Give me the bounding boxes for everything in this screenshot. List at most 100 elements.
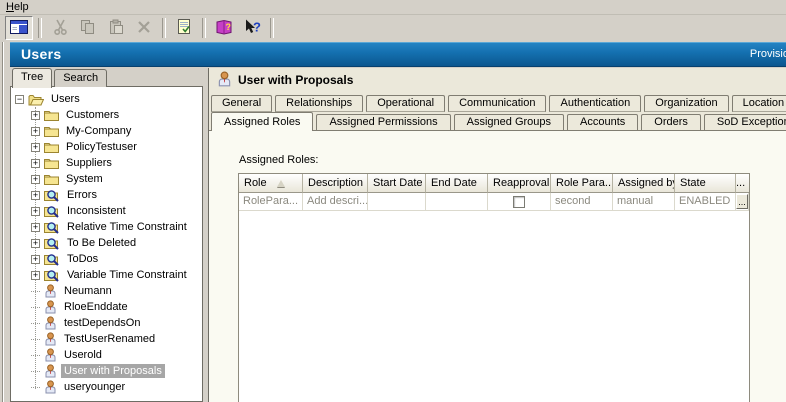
view-toggle-button[interactable] xyxy=(5,16,33,40)
detail-tab[interactable]: Assigned Roles xyxy=(211,112,313,131)
tree-expander-icon[interactable] xyxy=(31,223,40,232)
column-header-label: Description xyxy=(308,174,363,192)
notes-button[interactable] xyxy=(171,17,197,39)
tree-item[interactable]: Suppliers xyxy=(11,155,202,171)
column-header-more[interactable]: ... xyxy=(736,174,749,193)
detail-tab[interactable]: Assigned Permissions xyxy=(316,114,450,131)
cell-role: RolePara... xyxy=(239,193,303,211)
more-button[interactable]: ... xyxy=(736,194,748,209)
column-header-assigned-by[interactable]: Assigned by xyxy=(613,174,675,193)
tree-item[interactable]: PolicyTestuser xyxy=(11,139,202,155)
tab-label: General xyxy=(222,97,261,109)
tree-view[interactable]: Users Customers My-C xyxy=(10,86,203,402)
column-header-end-date[interactable]: End Date xyxy=(426,174,488,193)
search-folder-icon xyxy=(44,205,60,218)
tree-item[interactable]: Relative Time Constraint xyxy=(11,219,202,235)
detail-tabs-bottom: Assigned Roles Assigned Permissions Assi… xyxy=(211,112,786,131)
tree-expander-icon[interactable] xyxy=(31,371,40,372)
cut-icon xyxy=(53,19,68,38)
window-left-edge xyxy=(0,42,10,402)
tree-expander-icon[interactable] xyxy=(31,191,40,200)
reapproval-checkbox[interactable] xyxy=(513,196,525,208)
table-row[interactable]: RolePara... Add descri... second manual … xyxy=(239,193,749,211)
tree-item[interactable]: RloeEnddate xyxy=(11,299,202,315)
folder-open-icon xyxy=(28,93,44,106)
column-header-state[interactable]: State xyxy=(675,174,736,193)
tree-expander-icon[interactable] xyxy=(31,239,40,248)
detail-tab[interactable]: Orders xyxy=(641,114,701,131)
tree-item[interactable]: Userold xyxy=(11,347,202,363)
copy-button[interactable] xyxy=(75,17,101,39)
detail-tab[interactable]: Organization xyxy=(644,95,728,112)
tree-expander-icon[interactable] xyxy=(31,323,40,324)
paste-button[interactable] xyxy=(103,17,129,39)
help-book-button[interactable]: ? xyxy=(211,17,237,39)
column-header-role-para[interactable]: Role Para... xyxy=(551,174,613,193)
detail-tab[interactable]: Operational xyxy=(366,95,445,112)
tab-label: Assigned Groups xyxy=(467,116,551,128)
detail-tab[interactable]: Communication xyxy=(448,95,546,112)
tree-expander-icon[interactable] xyxy=(31,111,40,120)
tree-expander-icon[interactable] xyxy=(31,255,40,264)
detail-tab[interactable]: Accounts xyxy=(567,114,638,131)
folder-icon xyxy=(44,109,59,121)
detail-tab[interactable]: Location xyxy=(732,95,786,112)
detail-tab[interactable]: Assigned Groups xyxy=(454,114,564,131)
tree-item[interactable]: Errors xyxy=(11,187,202,203)
detail-tab[interactable]: Relationships xyxy=(275,95,363,112)
view-toggle-icon xyxy=(10,20,28,37)
section-label: Assigned Roles: xyxy=(239,154,319,166)
detail-tab[interactable]: General xyxy=(211,95,272,112)
tree-expander-icon[interactable] xyxy=(31,307,40,308)
detail-tab[interactable]: Authentication xyxy=(549,95,641,112)
navigation-tabs: Tree Search xyxy=(12,68,109,87)
column-header-reapproval[interactable]: Reapproval xyxy=(488,174,551,193)
column-header-role[interactable]: Role xyxy=(239,174,303,193)
context-help-button[interactable]: ? xyxy=(239,17,265,39)
user-icon xyxy=(44,332,57,346)
user-icon xyxy=(217,71,232,90)
tree-expander-icon[interactable] xyxy=(31,355,40,356)
tree-item[interactable]: useryounger xyxy=(11,379,202,395)
tree-item[interactable]: Users xyxy=(11,91,202,107)
navigation-tab[interactable]: Tree xyxy=(12,68,52,88)
folder-icon xyxy=(44,157,59,169)
navigation-tab[interactable]: Search xyxy=(54,69,107,87)
toolbar-separator xyxy=(38,18,42,38)
tree-item-label: Userold xyxy=(61,348,105,362)
search-folder-icon xyxy=(44,253,60,266)
tree-rows: Users Customers My-C xyxy=(11,91,202,395)
tree-expander-icon[interactable] xyxy=(15,95,24,104)
tree-expander-icon[interactable] xyxy=(31,271,40,280)
tree-expander-icon[interactable] xyxy=(31,143,40,152)
tree-item[interactable]: Customers xyxy=(11,107,202,123)
tree-item[interactable]: Variable Time Constraint xyxy=(11,267,202,283)
tree-expander-icon[interactable] xyxy=(31,175,40,184)
tree-item[interactable]: Neumann xyxy=(11,283,202,299)
tree-item[interactable]: testDependsOn xyxy=(11,315,202,331)
column-header-description[interactable]: Description xyxy=(303,174,368,193)
toolbar-separator xyxy=(270,18,274,38)
tree-item[interactable]: To Be Deleted xyxy=(11,235,202,251)
tree-item[interactable]: User with Proposals xyxy=(11,363,202,379)
tree-item-label: Variable Time Constraint xyxy=(64,268,190,282)
column-header-start-date[interactable]: Start Date xyxy=(368,174,426,193)
tree-item-label: Users xyxy=(48,92,83,106)
tree-expander-icon[interactable] xyxy=(31,207,40,216)
tree-expander-icon[interactable] xyxy=(31,159,40,168)
tree-item[interactable]: My-Company xyxy=(11,123,202,139)
tree-item[interactable]: Inconsistent xyxy=(11,203,202,219)
delete-button[interactable] xyxy=(131,17,157,39)
tree-item-label: System xyxy=(63,172,106,186)
tree-expander-icon[interactable] xyxy=(31,291,40,292)
tree-expander-icon[interactable] xyxy=(31,387,40,388)
tree-item[interactable]: ToDos xyxy=(11,251,202,267)
cut-button[interactable] xyxy=(47,17,73,39)
tree-item[interactable]: TestUserRenamed xyxy=(11,331,202,347)
search-folder-icon xyxy=(44,221,60,234)
tree-expander-icon[interactable] xyxy=(31,339,40,340)
tree-item[interactable]: System xyxy=(11,171,202,187)
detail-tab[interactable]: SoD Exception xyxy=(704,114,786,131)
tree-expander-icon[interactable] xyxy=(31,127,40,136)
menu-help[interactable]: Help xyxy=(0,0,35,14)
